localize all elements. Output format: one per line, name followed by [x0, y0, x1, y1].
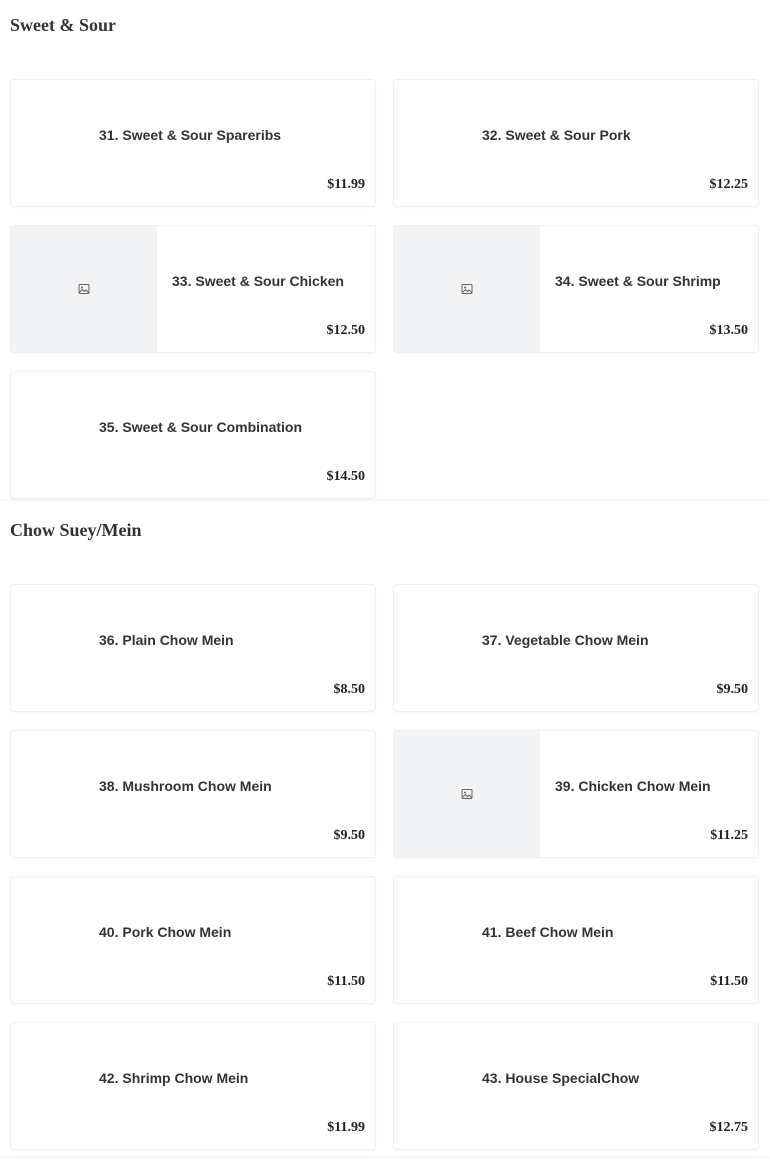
menu-item-price: $12.50 [326, 323, 366, 338]
menu-item-price: $11.50 [710, 974, 748, 989]
menu-item-name: 39. Chicken Chow Mein [555, 778, 711, 794]
section-title-chow-mein: Chow Suey/Mein [10, 520, 142, 540]
menu-item-card-42[interactable]: 42. Shrimp Chow Mein $11.99 [10, 1022, 376, 1150]
menu-item-name: 33. Sweet & Sour Chicken [172, 273, 344, 289]
menu-item-name: 43. House SpecialChow [482, 1070, 640, 1086]
menu-item-card-37[interactable]: 37. Vegetable Chow Mein $9.50 [393, 584, 759, 712]
menu-item-card-38[interactable]: 38. Mushroom Chow Mein $9.50 [10, 730, 376, 858]
menu-item-card-34[interactable]: 34. Sweet & Sour Shrimp $13.50 [393, 225, 759, 353]
menu-item-card-40[interactable]: 40. Pork Chow Mein $11.50 [10, 876, 376, 1004]
menu-item-card-33[interactable]: 33. Sweet & Sour Chicken $12.50 [10, 225, 376, 353]
menu-item-name: 36. Plain Chow Mein [99, 632, 234, 648]
menu-item-price: $11.99 [327, 1120, 365, 1135]
menu-item-price: $9.50 [716, 682, 749, 697]
section-title-sweet-sour: Sweet & Sour [10, 15, 116, 35]
menu-item-price: $11.50 [327, 974, 365, 989]
menu-item-name: 37. Vegetable Chow Mein [482, 632, 649, 648]
image-icon [78, 284, 90, 294]
menu-item-price: $11.25 [710, 828, 748, 843]
menu-item-card-32[interactable]: 32. Sweet & Sour Pork $12.25 [393, 79, 759, 207]
menu-item-card-35[interactable]: 35. Sweet & Sour Combination $14.50 [10, 371, 376, 499]
menu-item-card-31[interactable]: 31. Sweet & Sour Spareribs $11.99 [10, 79, 376, 207]
menu-item-name: 41. Beef Chow Mein [482, 924, 614, 940]
menu-item-price: $12.25 [709, 177, 749, 192]
menu-item-name: 34. Sweet & Sour Shrimp [555, 273, 721, 289]
menu-item-name: 40. Pork Chow Mein [99, 924, 232, 940]
menu-item-card-41[interactable]: 41. Beef Chow Mein $11.50 [393, 876, 759, 1004]
menu-item-name: 42. Shrimp Chow Mein [99, 1070, 249, 1086]
menu-item-image-placeholder [394, 226, 540, 352]
menu-item-price: $11.99 [327, 177, 365, 192]
menu-item-name: 31. Sweet & Sour Spareribs [99, 127, 282, 143]
menu-item-price: $14.50 [326, 469, 366, 484]
menu-item-price: $12.75 [709, 1120, 749, 1135]
menu-item-name: 38. Mushroom Chow Mein [99, 778, 272, 794]
menu-item-image-placeholder [11, 226, 157, 352]
image-icon [461, 284, 473, 294]
menu-item-image-placeholder [394, 731, 540, 857]
menu-item-name: 35. Sweet & Sour Combination [99, 419, 303, 435]
menu-item-card-43[interactable]: 43. House SpecialChow $12.75 [393, 1022, 759, 1150]
menu-item-card-39[interactable]: 39. Chicken Chow Mein $11.25 [393, 730, 759, 858]
menu-item-price: $13.50 [709, 323, 749, 338]
menu-item-card-36[interactable]: 36. Plain Chow Mein $8.50 [10, 584, 376, 712]
menu-item-price: $9.50 [333, 828, 366, 843]
menu-item-price: $8.50 [333, 682, 366, 697]
menu-item-name: 32. Sweet & Sour Pork [482, 127, 631, 143]
image-icon [461, 789, 473, 799]
